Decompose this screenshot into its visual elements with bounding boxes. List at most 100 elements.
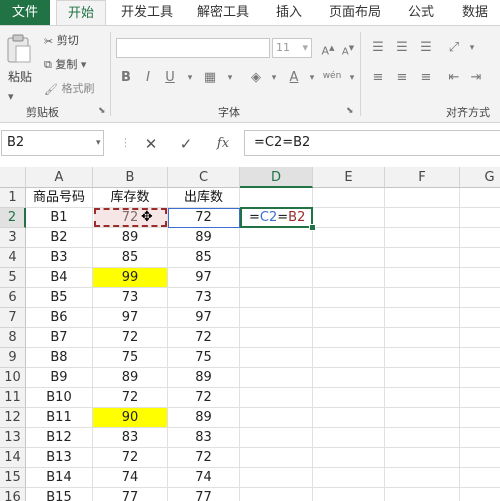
italic-icon[interactable]: I xyxy=(138,68,158,88)
orientation-dropdown-icon[interactable]: ▾ xyxy=(462,38,482,58)
cell-b4[interactable]: 85 xyxy=(93,248,168,268)
column-header-a[interactable]: A xyxy=(26,167,93,188)
cell-f8[interactable] xyxy=(385,328,460,348)
cell-d13[interactable] xyxy=(240,428,313,448)
cell-a12[interactable]: B11 xyxy=(26,408,93,428)
cell-f2[interactable] xyxy=(385,208,460,228)
cell-d1[interactable] xyxy=(240,188,313,208)
cell-c5[interactable]: 97 xyxy=(168,268,240,288)
cell-b11[interactable]: 72 xyxy=(93,388,168,408)
border-icon[interactable]: ▦ xyxy=(200,68,220,88)
cell-f1[interactable] xyxy=(385,188,460,208)
row-header-8[interactable]: 8 xyxy=(0,328,26,348)
cell-e10[interactable] xyxy=(313,368,385,388)
cell-a9[interactable]: B8 xyxy=(26,348,93,368)
cell-f5[interactable] xyxy=(385,268,460,288)
column-header-d[interactable]: D xyxy=(240,167,313,188)
cell-f11[interactable] xyxy=(385,388,460,408)
shrink-font-icon[interactable]: A▼ xyxy=(338,38,358,58)
cell-g16[interactable] xyxy=(460,488,500,501)
cell-g3[interactable] xyxy=(460,228,500,248)
cell-e1[interactable] xyxy=(313,188,385,208)
align-center-icon[interactable]: ≡ xyxy=(392,68,412,88)
fill-handle[interactable] xyxy=(309,224,316,231)
cell-e6[interactable] xyxy=(313,288,385,308)
cell-d12[interactable] xyxy=(240,408,313,428)
underline-dropdown-icon[interactable]: ▾ xyxy=(180,68,200,88)
cell-d10[interactable] xyxy=(240,368,313,388)
cell-g4[interactable] xyxy=(460,248,500,268)
select-all-corner[interactable] xyxy=(0,167,26,188)
border-dropdown-icon[interactable]: ▾ xyxy=(220,68,240,88)
cell-c9[interactable]: 75 xyxy=(168,348,240,368)
phonetic-guide-icon[interactable]: wén xyxy=(322,66,342,86)
cell-e13[interactable] xyxy=(313,428,385,448)
cell-g7[interactable] xyxy=(460,308,500,328)
cell-e7[interactable] xyxy=(313,308,385,328)
bold-icon[interactable]: B xyxy=(116,68,136,88)
cell-g8[interactable] xyxy=(460,328,500,348)
cell-g12[interactable] xyxy=(460,408,500,428)
paste-dropdown-icon[interactable]: ▾ xyxy=(8,90,14,103)
worksheet-grid[interactable]: A B C D E F G 1 商品号码 库存数 出库数 2 B1 72 72 3 B2 89 89 4 B3 85 85 5… xyxy=(0,167,500,501)
cell-c8[interactable]: 72 xyxy=(168,328,240,348)
cell-f4[interactable] xyxy=(385,248,460,268)
cell-g15[interactable] xyxy=(460,468,500,488)
cell-g6[interactable] xyxy=(460,288,500,308)
tab-file[interactable]: 文件 xyxy=(0,0,50,25)
cell-e3[interactable] xyxy=(313,228,385,248)
cell-e9[interactable] xyxy=(313,348,385,368)
name-box[interactable]: B2 xyxy=(1,130,104,156)
name-box-dropdown-icon[interactable]: ▾ xyxy=(96,138,101,148)
cell-a4[interactable]: B3 xyxy=(26,248,93,268)
cell-c7[interactable]: 97 xyxy=(168,308,240,328)
cell-c14[interactable]: 72 xyxy=(168,448,240,468)
row-header-14[interactable]: 14 xyxy=(0,448,26,468)
column-header-g[interactable]: G xyxy=(460,167,500,188)
tab-home[interactable]: 开始 xyxy=(56,0,106,26)
tab-insert[interactable]: 插入 xyxy=(266,0,312,25)
cell-f14[interactable] xyxy=(385,448,460,468)
cell-c16[interactable]: 77 xyxy=(168,488,240,501)
font-color-icon[interactable]: A xyxy=(284,68,304,88)
cell-b6[interactable]: 73 xyxy=(93,288,168,308)
row-header-16[interactable]: 16 xyxy=(0,488,26,501)
cell-d15[interactable] xyxy=(240,468,313,488)
align-middle-icon[interactable]: ☰ xyxy=(392,38,412,58)
cell-b1[interactable]: 库存数 xyxy=(93,188,168,208)
fill-color-icon[interactable]: ◈ xyxy=(246,68,266,88)
cell-d6[interactable] xyxy=(240,288,313,308)
cell-c15[interactable]: 74 xyxy=(168,468,240,488)
cell-a13[interactable]: B12 xyxy=(26,428,93,448)
cell-e16[interactable] xyxy=(313,488,385,501)
cell-e15[interactable] xyxy=(313,468,385,488)
align-right-icon[interactable]: ≡ xyxy=(416,68,436,88)
cell-f12[interactable] xyxy=(385,408,460,428)
font-size-dropdown-icon[interactable]: ▾ xyxy=(302,39,311,57)
cell-b7[interactable]: 97 xyxy=(93,308,168,328)
cell-d8[interactable] xyxy=(240,328,313,348)
clipboard-launcher-icon[interactable]: ⬊ xyxy=(98,106,106,116)
cell-c1[interactable]: 出库数 xyxy=(168,188,240,208)
row-header-4[interactable]: 4 xyxy=(0,248,26,268)
cell-b5[interactable]: 99 xyxy=(93,268,168,288)
cell-d4[interactable] xyxy=(240,248,313,268)
cell-a16[interactable]: B15 xyxy=(26,488,93,501)
cell-f10[interactable] xyxy=(385,368,460,388)
cell-e8[interactable] xyxy=(313,328,385,348)
cut-button[interactable]: ✂ 剪切 xyxy=(44,32,79,48)
row-header-11[interactable]: 11 xyxy=(0,388,26,408)
align-top-icon[interactable]: ☰ xyxy=(368,38,388,58)
copy-button[interactable]: ⧉ 复制 ▾ xyxy=(44,56,86,72)
cell-g14[interactable] xyxy=(460,448,500,468)
cell-a2[interactable]: B1 xyxy=(26,208,93,228)
grow-font-icon[interactable]: A▲ xyxy=(318,38,338,58)
cell-f13[interactable] xyxy=(385,428,460,448)
cell-a11[interactable]: B10 xyxy=(26,388,93,408)
paste-button[interactable] xyxy=(6,34,36,64)
column-header-c[interactable]: C xyxy=(168,167,240,188)
fill-color-dropdown-icon[interactable]: ▾ xyxy=(264,68,284,88)
cell-g11[interactable] xyxy=(460,388,500,408)
cell-b15[interactable]: 74 xyxy=(93,468,168,488)
cell-g5[interactable] xyxy=(460,268,500,288)
